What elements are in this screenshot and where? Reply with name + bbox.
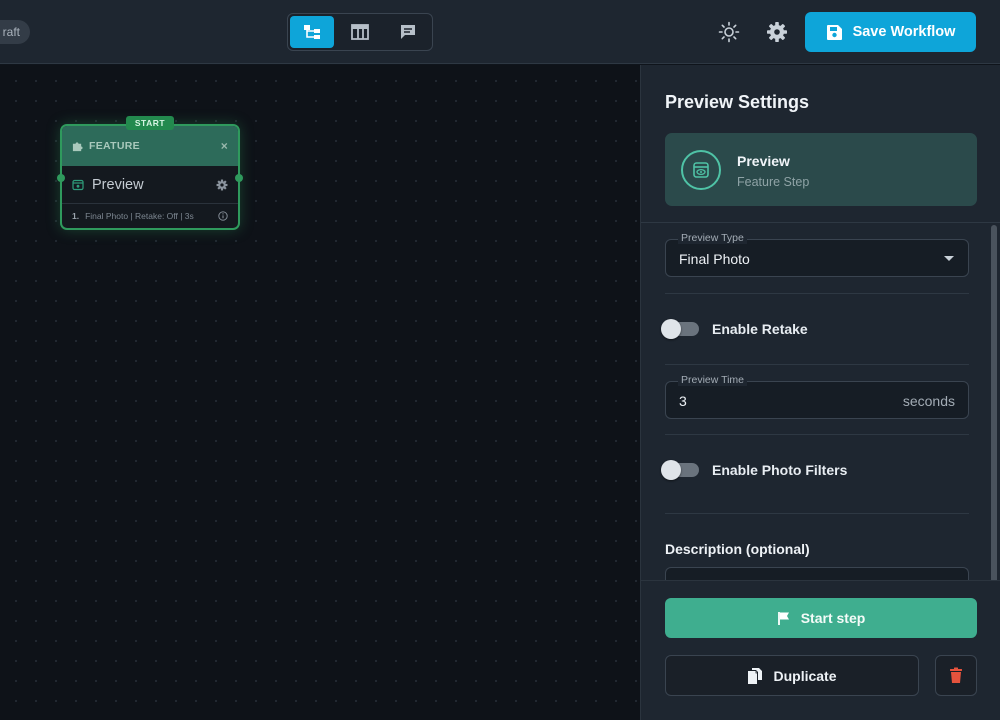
preview-time-unit: seconds	[902, 393, 955, 409]
chat-view-icon	[401, 25, 415, 39]
node-title: Preview	[92, 176, 144, 193]
start-step-button[interactable]: Start step	[665, 598, 977, 638]
sun-icon	[718, 21, 740, 43]
node-header: FEATURE ×	[62, 126, 238, 166]
node-summary: 1. Final Photo | Retake: Off | 3s	[62, 204, 238, 228]
duplicate-button[interactable]: Duplicate	[665, 655, 919, 696]
copy-icon	[748, 667, 763, 684]
enable-photo-filters-toggle[interactable]	[661, 460, 699, 480]
toggle-knob	[661, 319, 681, 339]
tree-view-button[interactable]	[290, 16, 334, 48]
flag-icon	[777, 611, 789, 625]
preview-time-label: Preview Time	[678, 374, 748, 386]
gear-icon	[216, 179, 228, 190]
node-body: Preview	[62, 166, 238, 204]
table-view-button[interactable]	[338, 16, 382, 48]
scrollbar[interactable]	[991, 225, 997, 583]
preview-type-value: Final Photo	[679, 251, 750, 267]
step-type: Feature Step	[737, 175, 810, 189]
enable-photo-filters-label: Enable Photo Filters	[712, 462, 848, 478]
divider	[665, 513, 969, 514]
panel-footer: Start step Duplicate	[641, 580, 1000, 720]
preview-time-value: 3	[679, 393, 687, 409]
divider	[665, 293, 969, 294]
table-view-icon	[351, 24, 369, 40]
panel-title: Preview Settings	[665, 92, 810, 112]
preview-type-label: Preview Type	[678, 232, 747, 244]
caret-down-icon	[944, 256, 954, 261]
description-label: Description (optional)	[665, 541, 810, 557]
info-icon[interactable]	[218, 211, 228, 221]
floppy-disk-icon	[826, 24, 842, 40]
view-mode-toggle	[287, 13, 433, 51]
workflow-canvas[interactable]: START FEATURE × Preview 1. Final Photo |…	[0, 65, 640, 720]
save-workflow-button[interactable]: Save Workflow	[805, 12, 976, 52]
theme-toggle-button[interactable]	[715, 18, 743, 46]
trash-icon	[950, 667, 962, 683]
preview-window-icon	[72, 179, 84, 190]
workflow-node-preview[interactable]: START FEATURE × Preview 1. Final Photo |…	[57, 116, 243, 230]
tree-view-icon	[304, 25, 320, 39]
input-port[interactable]	[57, 174, 65, 182]
divider	[665, 364, 969, 365]
delete-step-button[interactable]	[935, 655, 977, 696]
gear-icon	[767, 22, 787, 42]
duplicate-label: Duplicate	[773, 667, 837, 684]
enable-retake-toggle[interactable]	[661, 319, 699, 339]
preview-type-select[interactable]: Preview Type Final Photo	[665, 232, 969, 277]
node-settings-button[interactable]	[216, 179, 228, 191]
status-badge: raft	[0, 20, 30, 44]
node-close-icon[interactable]: ×	[221, 139, 228, 153]
enable-filters-row: Enable Photo Filters	[661, 460, 848, 480]
save-workflow-label: Save Workflow	[852, 24, 956, 40]
settings-panel: Preview Settings Preview Feature Step Pr…	[640, 65, 1000, 720]
puzzle-icon	[72, 141, 83, 151]
node-summary-text: Final Photo | Retake: Off | 3s	[85, 211, 194, 221]
node-type-label: FEATURE	[89, 140, 140, 152]
divider	[665, 434, 969, 435]
settings-button[interactable]	[763, 18, 791, 46]
enable-retake-row: Enable Retake	[661, 319, 808, 339]
output-port[interactable]	[235, 174, 243, 182]
start-badge: START	[126, 116, 174, 130]
step-name: Preview	[737, 153, 790, 169]
top-bar: raft Save Workflow	[0, 0, 1000, 64]
divider	[641, 222, 1000, 223]
toggle-knob	[661, 460, 681, 480]
step-info-card: Preview Feature Step	[665, 133, 977, 206]
node-index: 1.	[72, 211, 80, 221]
enable-retake-label: Enable Retake	[712, 321, 808, 337]
preview-eye-icon	[681, 150, 721, 190]
preview-time-input[interactable]: Preview Time 3 seconds	[665, 374, 969, 419]
chat-view-button[interactable]	[386, 16, 430, 48]
start-step-label: Start step	[800, 610, 866, 626]
